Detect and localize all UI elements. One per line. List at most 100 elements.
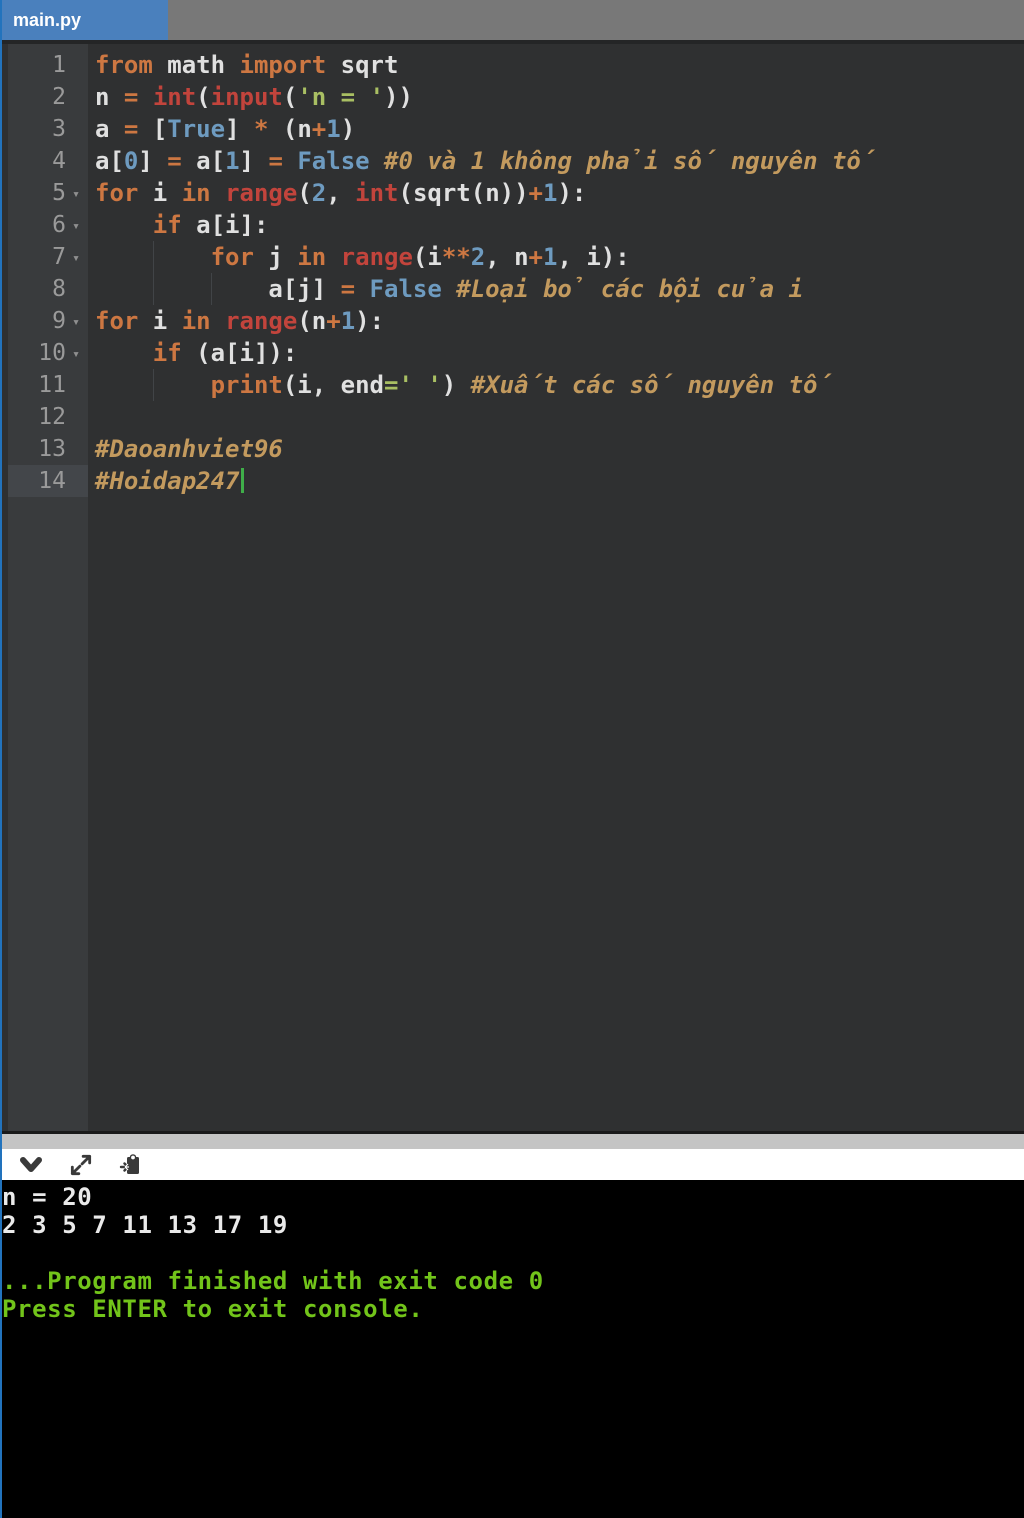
line-number: 8 (52, 276, 66, 302)
clipboard-paste-icon[interactable] (118, 1153, 144, 1177)
indent-guide (95, 209, 153, 241)
code-token: in (181, 307, 211, 335)
code-token: j (253, 243, 298, 271)
code-token: )) (384, 83, 413, 111)
code-line[interactable]: if (a[i]): (95, 337, 1024, 369)
fold-arrow-icon[interactable]: ▾ (66, 211, 86, 243)
console-output[interactable]: n = 20 2 3 5 7 11 13 17 19 ...Program fin… (0, 1180, 1024, 1518)
console-line: Press ENTER to exit console. (2, 1295, 424, 1323)
code-token: (i (412, 243, 442, 271)
code-token: ] (225, 115, 254, 143)
indent-guide (95, 273, 153, 305)
code-token: True (167, 115, 226, 143)
gutter-row: 2 (8, 81, 88, 113)
console-line: ...Program finished with exit code 0 (2, 1267, 544, 1295)
code-token: for (95, 179, 139, 207)
code-token: = (167, 147, 182, 175)
code-line[interactable]: for i in range(n+1): (95, 305, 1024, 337)
code-token: for (95, 307, 139, 335)
code-token: range (225, 307, 298, 335)
code-token: range (340, 243, 413, 271)
code-token: False (297, 147, 370, 175)
code-line[interactable]: for i in range(2, int(sqrt(n))+1): (95, 177, 1024, 209)
code-token: [ (138, 115, 168, 143)
indent-guide (95, 369, 153, 401)
indent-guide (153, 241, 211, 273)
code-token: print (210, 371, 283, 399)
console-resize-handle[interactable] (0, 1134, 1024, 1149)
code-line[interactable] (95, 401, 1024, 433)
code-column[interactable]: from math import sqrt n = int(input('n = … (88, 44, 1024, 1131)
chevron-down-icon[interactable] (18, 1153, 44, 1177)
code-token: (n (297, 307, 327, 335)
code-line[interactable]: #Daoanhviet96 (95, 433, 1024, 465)
code-token: i (138, 179, 182, 207)
fold-arrow-icon[interactable]: ▾ (66, 179, 86, 211)
code-token: (sqrt(n)) (398, 179, 529, 207)
code-token: math (152, 51, 240, 79)
text-cursor (240, 468, 244, 493)
code-line[interactable]: for j in range(i**2, n+1, i): (95, 241, 1024, 273)
line-number: 12 (38, 404, 66, 430)
expand-icon[interactable] (68, 1153, 94, 1177)
line-number: 14 (38, 468, 66, 494)
line-number: 4 (52, 148, 66, 174)
code-token: #Daoanhviet96 (95, 435, 283, 463)
code-token: ): (557, 179, 587, 207)
code-line[interactable]: n = int(input('n = ')) (95, 81, 1024, 113)
code-token: + (311, 115, 327, 143)
code-editor[interactable]: 1 2 3 4 5 ▾ 6 ▾ 7 ▾ 8 9 ▾ 10 ▾ 11 12 13 14 from math impor… (0, 44, 1024, 1131)
code-token: , n (485, 243, 529, 271)
line-number: 7 (52, 244, 66, 270)
line-number: 9 (52, 308, 66, 334)
code-line[interactable]: #Hoidap247 (95, 465, 1024, 497)
console-line: n = 20 (2, 1183, 93, 1211)
console-toolbar (0, 1149, 1024, 1180)
code-line[interactable]: if a[i]: (95, 209, 1024, 241)
code-token: * (253, 115, 269, 143)
code-token: ( (282, 83, 298, 111)
code-line[interactable]: print(i, end=' ') #Xuất các số nguyên tố (95, 369, 1024, 401)
code-token: import (239, 51, 327, 79)
code-line[interactable]: a[j] = False #Loại bỏ các bội của i (95, 273, 1024, 305)
indent-guide (95, 337, 153, 369)
gutter-row: 3 (8, 113, 88, 145)
code-token: a (95, 115, 124, 143)
code-token: (n (268, 115, 312, 143)
code-line[interactable]: a = [True] * (n+1) (95, 113, 1024, 145)
ide-window: main.py 1 2 3 4 5 ▾ 6 ▾ 7 ▾ 8 9 ▾ 10 ▾ 11 12 13 14 from ma… (0, 0, 1024, 1518)
code-line[interactable]: from math import sqrt (95, 49, 1024, 81)
code-line[interactable]: a[0] = a[1] = False #0 và 1 không phải s… (95, 145, 1024, 177)
code-token: + (326, 307, 341, 335)
indent-guide (153, 273, 211, 305)
tab-main-py[interactable]: main.py (0, 0, 168, 40)
code-token: ** (441, 243, 471, 271)
code-token: in (181, 179, 211, 207)
fold-arrow-icon[interactable]: ▾ (66, 339, 86, 371)
fold-arrow-icon[interactable]: ▾ (66, 307, 86, 339)
gutter-column: 1 2 3 4 5 ▾ 6 ▾ 7 ▾ 8 9 ▾ 10 ▾ 11 12 13 14 (0, 44, 88, 1131)
code-token: 1 (543, 179, 558, 207)
fold-arrow-icon[interactable]: ▾ (66, 243, 86, 275)
indent-guide (211, 273, 269, 305)
code-token: 'n = ' (297, 83, 385, 111)
gutter-row: 1 (8, 49, 88, 81)
line-number: 13 (38, 436, 66, 462)
left-edge-divider (0, 0, 2, 1518)
code-token: a[ (181, 147, 226, 175)
code-token: range (225, 179, 298, 207)
indent-guide (153, 369, 211, 401)
gutter-row: 13 (8, 433, 88, 465)
line-number: 3 (52, 116, 66, 142)
gutter-row: 5 ▾ (8, 177, 88, 209)
gutter-row: 10 ▾ (8, 337, 88, 369)
code-token: ): (355, 307, 385, 335)
code-token: 1 (543, 243, 558, 271)
